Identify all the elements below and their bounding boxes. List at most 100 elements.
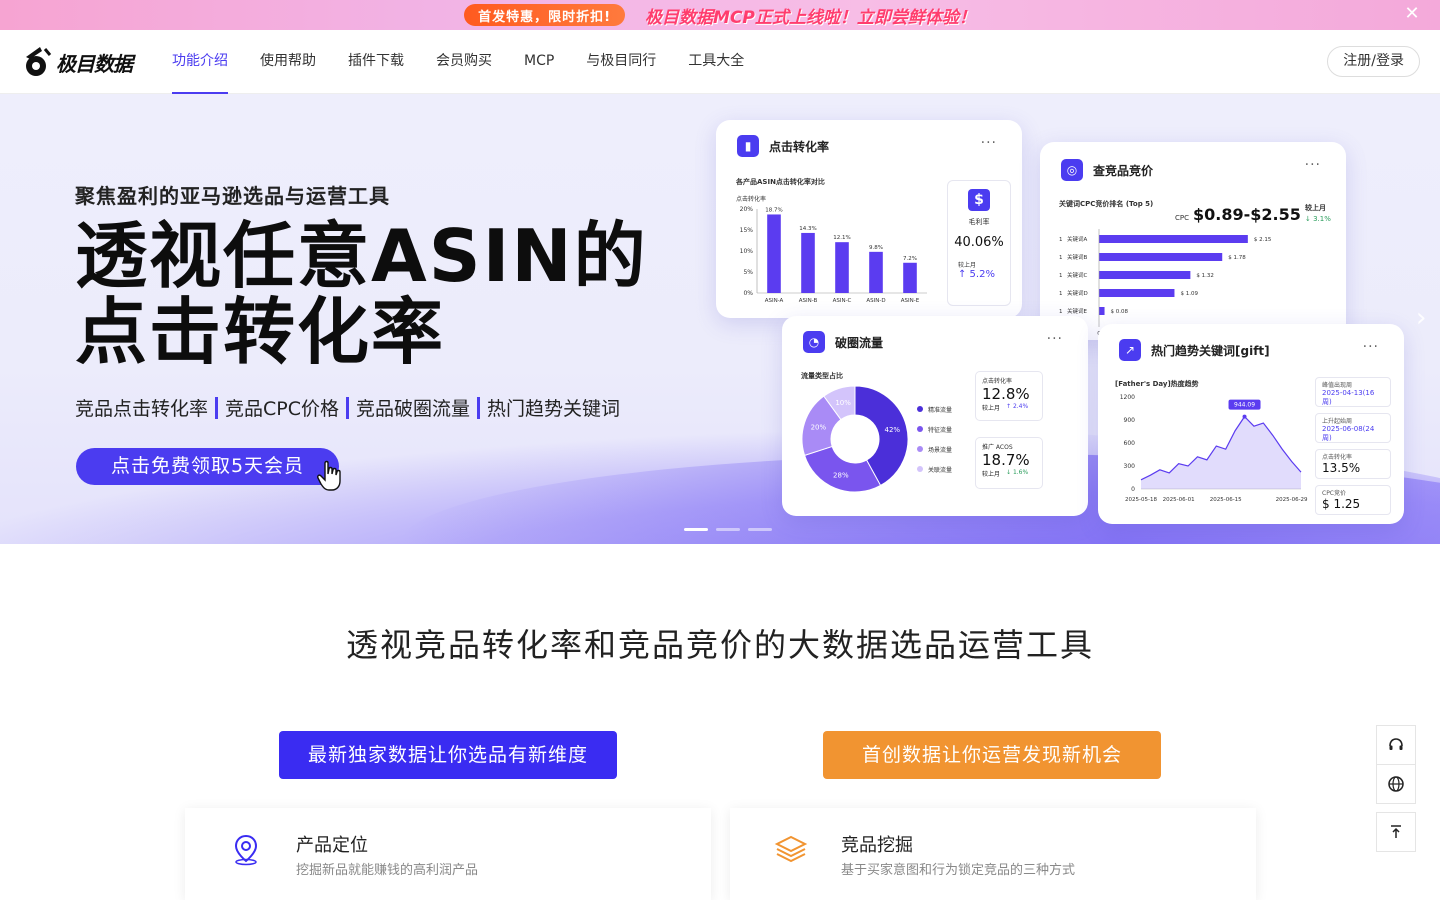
x-tick-label: ASIN-B bbox=[799, 298, 818, 304]
legend-swatch bbox=[917, 426, 923, 432]
feature-card-competitor[interactable]: 竞品挖掘 基于买家意图和行为锁定竞品的三种方式 bbox=[730, 808, 1256, 900]
more-icon[interactable]: ··· bbox=[981, 135, 997, 151]
bar bbox=[1099, 271, 1191, 279]
x-tick-label: ASIN-E bbox=[901, 298, 920, 304]
promo-banner[interactable]: 首发特惠，限时折扣! 极目数据MCP正式上线啦！立即尝鲜体验！ ✕ bbox=[0, 0, 1440, 30]
legend-swatch bbox=[917, 446, 923, 452]
close-icon[interactable]: ✕ bbox=[1402, 4, 1422, 24]
legend-label: 精准流量 bbox=[928, 406, 953, 414]
bar bbox=[767, 214, 781, 293]
carousel-dot[interactable] bbox=[748, 528, 772, 531]
cpc-prefix: CPC bbox=[1175, 214, 1189, 222]
more-icon[interactable]: ··· bbox=[1047, 331, 1063, 347]
bar bbox=[801, 232, 815, 293]
legend-item: 关联流量 bbox=[917, 459, 952, 479]
trend-stat: 点击转化率 13.5% bbox=[1315, 449, 1391, 479]
trend-card: ↗ 热门趋势关键词[gift] ··· [Father's Day]热度趋势 1… bbox=[1098, 324, 1404, 524]
traffic-card-header: ◔ 破圈流量 bbox=[803, 331, 883, 353]
cpc-card-header: ◎ 查竞品竞价 bbox=[1061, 159, 1153, 181]
logo[interactable]: 极目数据 bbox=[20, 42, 133, 82]
y-tick-label: 300 bbox=[1124, 463, 1136, 470]
promo-pill[interactable]: 首发特惠，限时折扣! bbox=[464, 4, 626, 26]
feature-card-title: 产品定位 bbox=[296, 835, 368, 856]
feature-traffic: 竞品破圈流量 bbox=[356, 398, 471, 420]
customer-service-button[interactable] bbox=[1376, 725, 1416, 765]
row-prefix: 1 bbox=[1059, 309, 1063, 315]
tab-product-selection[interactable]: 最新独家数据让你选品有新维度 bbox=[279, 731, 617, 779]
y-tick-label: 10% bbox=[740, 248, 754, 255]
ctr-card-title: 点击转化率 bbox=[769, 139, 830, 154]
cpc-card-title: 查竞品竞价 bbox=[1093, 163, 1154, 178]
ctr-chart-ylabel: 点击转化率 bbox=[736, 196, 767, 203]
x-tick-label: 2025-06-01 bbox=[1163, 497, 1195, 503]
margin-label: 毛利率 bbox=[968, 218, 990, 226]
stat-footer: 较上月 ↑ 2.4% bbox=[982, 403, 1036, 412]
bar bbox=[869, 251, 883, 293]
more-icon[interactable]: ··· bbox=[1305, 157, 1321, 173]
legend-item: 场景流量 bbox=[917, 439, 952, 459]
login-button[interactable]: 注册/登录 bbox=[1327, 46, 1420, 77]
legend-item: 精准流量 bbox=[917, 399, 952, 419]
more-icon[interactable]: ··· bbox=[1363, 339, 1379, 355]
y-tick-label: 600 bbox=[1124, 440, 1136, 447]
hand-cursor-icon bbox=[317, 460, 341, 491]
trend-stat: CPC竞价 $ 1.25 bbox=[1315, 485, 1391, 515]
margin-value: 40.06% bbox=[954, 235, 1004, 250]
stat-compare: 较上月 bbox=[982, 471, 1001, 478]
menu-item-features[interactable]: 功能介绍 bbox=[172, 30, 228, 94]
logo-text: 极目数据 bbox=[56, 51, 133, 76]
logo-icon bbox=[26, 47, 52, 76]
row-prefix: 1 bbox=[1059, 237, 1063, 243]
menu-item-tools[interactable]: 工具大全 bbox=[688, 30, 744, 94]
free-trial-button[interactable]: 点击免费领取5天会员 bbox=[76, 448, 339, 485]
y-tick-label: 0 bbox=[1131, 486, 1135, 493]
y-tick-label: 5% bbox=[743, 269, 753, 276]
bar-value-label: 14.3% bbox=[799, 226, 816, 232]
layers-icon bbox=[774, 835, 808, 863]
carousel-dot[interactable] bbox=[716, 528, 740, 531]
bar-value-label: $ 0.08 bbox=[1111, 309, 1129, 315]
menu-item-download[interactable]: 插件下载 bbox=[348, 30, 404, 94]
menu-item-mcp[interactable]: MCP bbox=[524, 30, 554, 94]
menu-item-partners[interactable]: 与极目同行 bbox=[586, 30, 656, 94]
traffic-card-title: 破圈流量 bbox=[835, 335, 884, 350]
legend-label: 关联流量 bbox=[928, 466, 953, 474]
cpc-card: ◎ 查竞品竞价 ··· 关键词CPC竞价排名 (Top 5) CPC $0.89… bbox=[1040, 142, 1346, 340]
ctr-card: ▮ 点击转化率 ··· 各产品ASIN点击转化率对比 点击转化率 20% 15% 1… bbox=[716, 120, 1022, 318]
menu-item-help[interactable]: 使用帮助 bbox=[260, 30, 316, 94]
traffic-chart-title: 流量类型占比 bbox=[801, 372, 843, 380]
carousel-dot[interactable] bbox=[684, 528, 708, 531]
bar bbox=[835, 242, 849, 293]
margin-change: ↑ 5.2% bbox=[958, 269, 995, 280]
y-tick-label: 关键词D bbox=[1067, 289, 1088, 297]
stat-value: 13.5% bbox=[1322, 461, 1361, 475]
cpc-range-box: CPC $0.89-$2.55 bbox=[1175, 205, 1301, 224]
slice-label: 20% bbox=[811, 424, 827, 432]
tab-operations[interactable]: 首创数据让你运营发现新机会 bbox=[823, 731, 1161, 779]
language-button[interactable] bbox=[1376, 764, 1416, 804]
stat-label: 推广 ACOS bbox=[982, 444, 1013, 451]
chevron-right-icon[interactable]: › bbox=[1416, 305, 1432, 331]
legend-swatch bbox=[917, 466, 923, 472]
legend-swatch bbox=[917, 406, 923, 412]
bar-value-label: 7.2% bbox=[903, 256, 917, 262]
bar bbox=[1099, 289, 1175, 297]
bar bbox=[1099, 235, 1248, 243]
arrow-up-icon bbox=[1391, 825, 1401, 838]
feature-separator bbox=[215, 396, 219, 419]
cpc-range: $0.89-$2.55 bbox=[1193, 205, 1301, 224]
x-tick-label: 2025-06-15 bbox=[1210, 497, 1242, 503]
trend-chart-title: [Father's Day]热度趋势 bbox=[1115, 380, 1199, 388]
row-prefix: 1 bbox=[1059, 255, 1063, 261]
row-prefix: 1 bbox=[1059, 273, 1063, 279]
stat-value: 12.8% bbox=[982, 385, 1030, 403]
hero-features: 竞品点击转化率 竞品CPC价格 竞品破圈流量 热门趋势关键词 bbox=[75, 394, 620, 421]
promo-text[interactable]: 极目数据MCP正式上线啦！立即尝鲜体验！ bbox=[645, 3, 976, 28]
menu-item-membership[interactable]: 会员购买 bbox=[436, 30, 492, 94]
stat-label: 峰值出现周 bbox=[1322, 382, 1353, 389]
back-to-top-button[interactable] bbox=[1376, 812, 1416, 852]
bar-value-label: $ 1.09 bbox=[1180, 291, 1198, 297]
peak-label: 944.09 bbox=[1234, 402, 1255, 409]
slice-label: 10% bbox=[835, 399, 851, 407]
feature-card-positioning[interactable]: 产品定位 挖掘新品就能赚钱的高利润产品 bbox=[185, 808, 711, 900]
